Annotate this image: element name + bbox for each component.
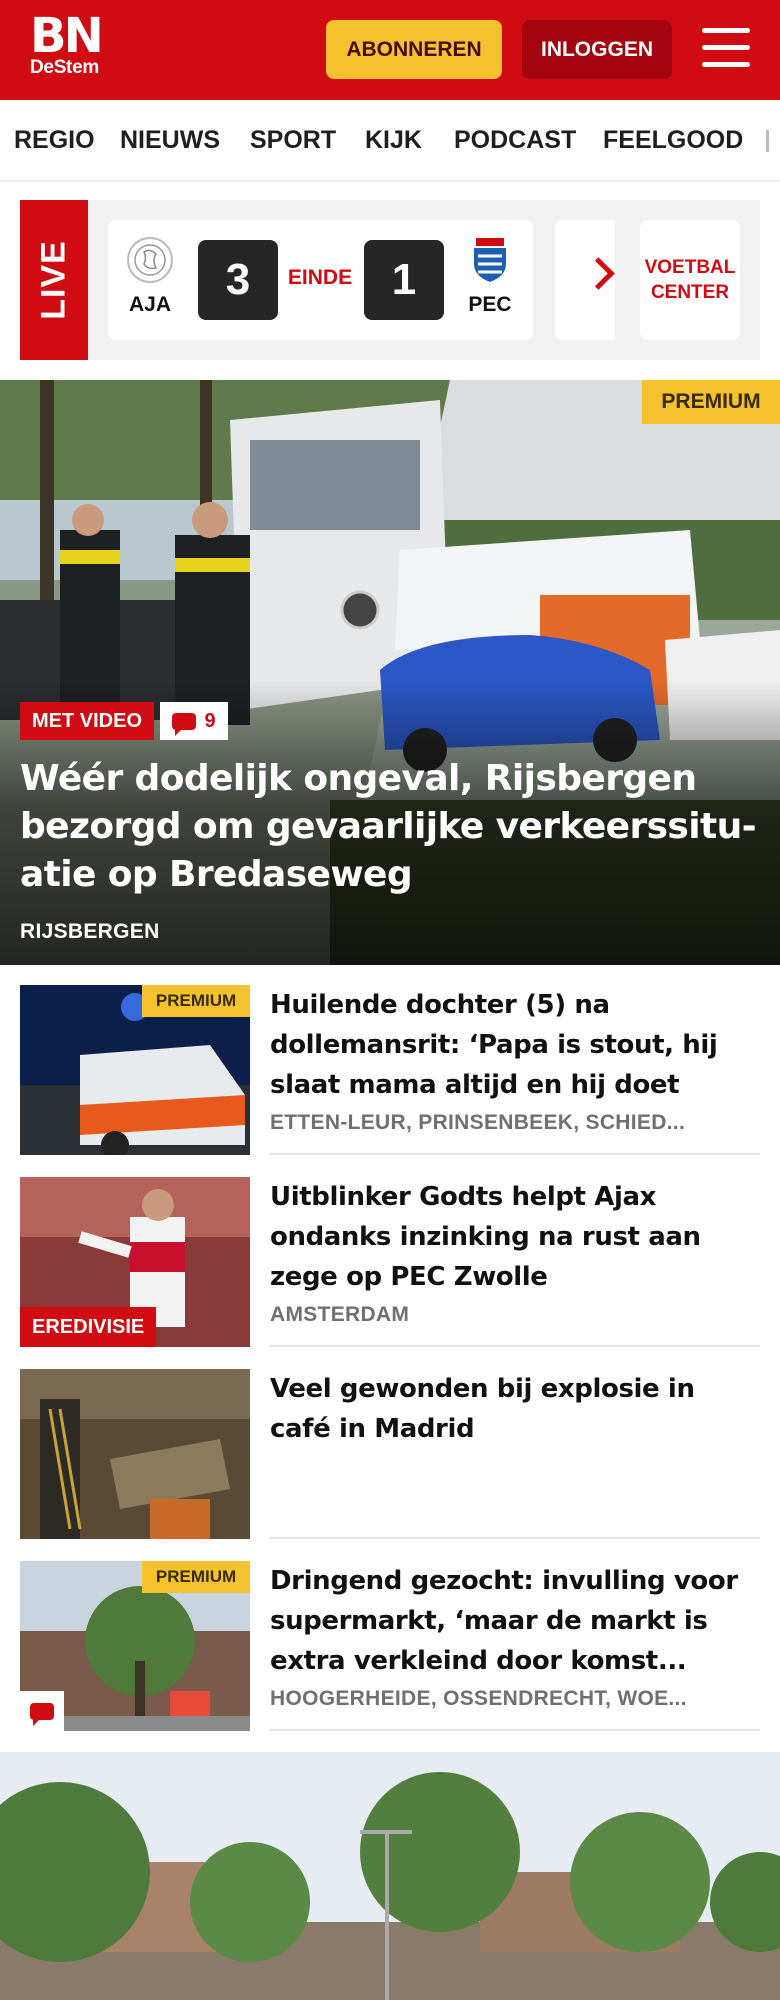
nav-item-regio[interactable]: REGIO xyxy=(14,126,95,155)
nav-item-feelgood[interactable]: FEELGOOD xyxy=(603,126,743,155)
hero-title[interactable]: Wéér dodelijk ongeval, Rijsbergen bezorg… xyxy=(20,755,760,899)
article-thumbnail: EREDIVISIE xyxy=(20,1177,250,1347)
list-item[interactable]: EREDIVISIE Uitblinker Godts helpt Ajax o… xyxy=(20,1177,760,1347)
away-score: 1 xyxy=(364,240,444,320)
list-item[interactable]: PREMIUM Huilende dochter (5) na dolleman… xyxy=(20,985,760,1155)
site-logo[interactable]: BN DeStem xyxy=(30,8,104,78)
item-divider xyxy=(270,1729,760,1731)
hamburger-menu-icon[interactable] xyxy=(702,28,750,70)
match-card[interactable]: AJA 3 EINDE 1 PEC xyxy=(108,220,533,340)
comments-button[interactable] xyxy=(20,1691,64,1731)
item-divider xyxy=(270,1345,760,1347)
hero-location: RIJSBERGEN xyxy=(20,920,160,943)
site-header: BN DeStem ABONNEREN INLOGGEN xyxy=(0,0,780,100)
list-item[interactable]: PREMIUM Dringend gezocht: invulling voor… xyxy=(20,1561,760,1731)
nav-item-sport[interactable]: SPORT xyxy=(250,126,336,155)
away-team-name: PEC xyxy=(468,293,512,316)
premium-badge: PREMIUM xyxy=(142,1561,250,1593)
match-status: EINDE xyxy=(287,266,353,289)
live-scores-widget: LIVE AJA 3 EINDE 1 PEC VOETBAL CENTER xyxy=(20,200,760,360)
thumbnail-explosion-cafe xyxy=(20,1369,250,1539)
section-nav: REGIO NIEUWS SPORT KIJK PODCAST FEELGOOD xyxy=(0,100,780,182)
nav-item-kijk[interactable]: KIJK xyxy=(365,126,422,155)
list-item[interactable]: Veel gewonden bij explosie in café in Ma… xyxy=(20,1369,760,1539)
article-title[interactable]: Dringend gezocht: invulling voor superma… xyxy=(270,1561,750,1681)
voetbal-center-link[interactable]: VOETBAL CENTER xyxy=(640,220,740,340)
comment-count: 9 xyxy=(204,709,216,732)
category-tag: EREDIVISIE xyxy=(20,1307,157,1347)
live-label: LIVE xyxy=(34,240,73,320)
premium-badge: PREMIUM xyxy=(142,985,250,1017)
pec-zwolle-logo-icon xyxy=(474,238,506,282)
login-button[interactable]: INLOGGEN xyxy=(522,20,672,79)
comment-icon xyxy=(30,1702,54,1726)
home-score: 3 xyxy=(198,240,278,320)
nav-item-podcast[interactable]: PODCAST xyxy=(454,126,576,155)
premium-badge: PREMIUM xyxy=(642,380,780,424)
hero-article[interactable]: PREMIUM MET VIDEO 9 Wéér dodelijk ongeva… xyxy=(0,380,780,965)
article-title[interactable]: Veel gewonden bij explosie in café in Ma… xyxy=(270,1369,750,1449)
video-tag: MET VIDEO xyxy=(20,702,155,740)
next-hero-photo[interactable] xyxy=(0,1752,780,2000)
voetbal-center-line2: CENTER xyxy=(650,282,730,303)
subscribe-button[interactable]: ABONNEREN xyxy=(326,20,502,79)
comment-icon xyxy=(172,712,197,736)
logo-sub: DeStem xyxy=(30,57,99,78)
article-location: HOOGERHEIDE, OSSENDRECHT, WOE... xyxy=(270,1687,687,1710)
street-trees-photo xyxy=(0,1752,780,2000)
article-location: ETTEN-LEUR, PRINSENBEEK, SCHIED... xyxy=(270,1111,686,1134)
nav-item-nieuws[interactable]: NIEUWS xyxy=(120,126,220,155)
article-thumbnail: PREMIUM xyxy=(20,985,250,1155)
voetbal-center-line1: VOETBAL xyxy=(644,257,736,278)
item-divider xyxy=(270,1153,760,1155)
article-title[interactable]: Huilende dochter (5) na dollemansrit: ‘P… xyxy=(270,985,750,1105)
ajax-logo-icon xyxy=(127,237,173,283)
article-title[interactable]: Uitblinker Godts helpt Ajax ondanks inzi… xyxy=(270,1177,750,1297)
logo-main: BN xyxy=(30,8,104,64)
comment-count-badge[interactable]: 9 xyxy=(160,702,228,740)
nav-divider xyxy=(0,180,780,182)
away-team: PEC xyxy=(460,236,520,317)
home-team: AJA xyxy=(120,236,180,317)
live-tab: LIVE xyxy=(20,200,88,360)
home-team-name: AJA xyxy=(128,293,171,316)
item-divider xyxy=(270,1537,760,1539)
article-location: AMSTERDAM xyxy=(270,1303,410,1326)
article-thumbnail: PREMIUM xyxy=(20,1561,250,1731)
article-thumbnail xyxy=(20,1369,250,1539)
nav-overflow-hint xyxy=(766,130,769,152)
